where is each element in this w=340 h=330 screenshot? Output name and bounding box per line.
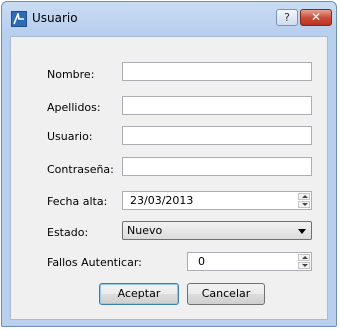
fallos-spinner[interactable] [298,254,310,269]
apellidos-field[interactable] [122,96,312,115]
spinner-up-icon[interactable] [298,193,310,200]
usuario-label: Usuario: [47,130,93,143]
spinner-down-icon[interactable] [298,201,310,208]
estado-selected-value: Nuevo [127,224,163,237]
title-bar[interactable]: Usuario ? ✕ [2,2,336,36]
apellidos-label: Apellidos: [47,101,101,114]
contrasena-label: Contraseña: [47,163,114,176]
fallos-label: Fallos Autenticar: [47,256,142,269]
fallos-value: 0 [198,255,205,268]
spinner-down-icon[interactable] [298,262,310,269]
spinner-up-icon[interactable] [298,254,310,261]
nombre-field[interactable] [122,62,312,81]
fecha-alta-spinner[interactable] [298,193,310,208]
dialog-body: Nombre: Apellidos: Usuario: Contraseña: … [10,36,328,320]
fecha-alta-label: Fecha alta: [47,195,108,208]
usuario-field[interactable] [122,126,312,145]
help-icon: ? [284,11,290,24]
estado-select[interactable]: Nuevo [122,221,312,240]
accept-button[interactable]: Aceptar [99,283,179,305]
close-button[interactable]: ✕ [300,9,332,26]
fecha-alta-field[interactable]: 23/03/2013 [122,191,312,210]
help-button[interactable]: ? [276,9,298,26]
fallos-field[interactable]: 0 [187,252,312,271]
dialog-window: Usuario ? ✕ Nombre: Apellidos: Usuario: … [1,1,337,327]
cancel-button[interactable]: Cancelar [187,283,265,305]
chevron-down-icon [298,229,306,234]
close-icon: ✕ [310,10,322,24]
nombre-label: Nombre: [47,68,95,81]
window-title: Usuario [32,11,78,25]
estado-label: Estado: [47,226,89,239]
app-icon [11,11,27,27]
fecha-alta-value: 23/03/2013 [130,194,194,207]
contrasena-field[interactable] [122,157,312,176]
